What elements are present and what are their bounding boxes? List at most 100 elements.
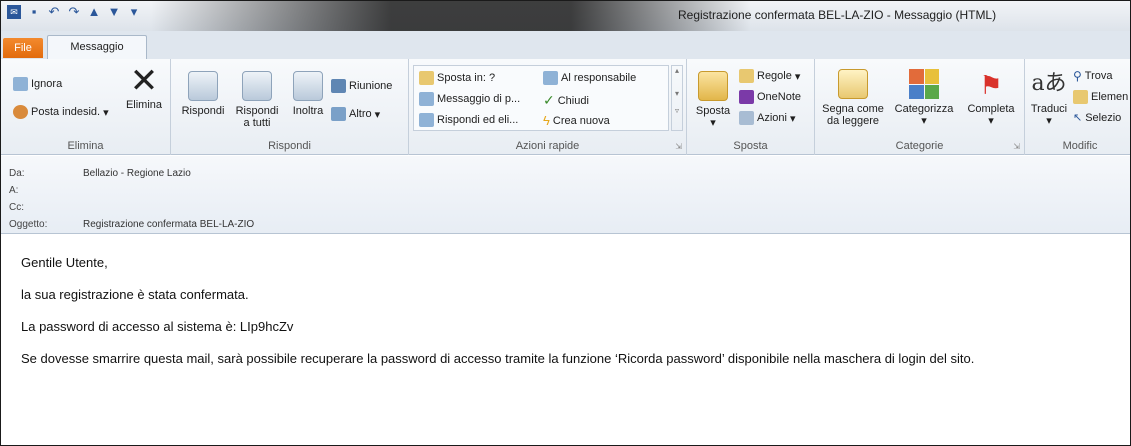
reply-all-icon [242,71,272,101]
cc-label: Cc: [9,202,24,213]
elimina-button[interactable]: ✕ Elimina [121,62,167,111]
riunione-button[interactable]: Riunione [331,79,392,93]
elementi-correlati-button[interactable]: Elemen [1073,90,1128,104]
folder-icon [419,71,434,85]
message-icon [419,92,434,106]
save-icon[interactable]: ▪ [27,5,41,19]
dropdown-arrow-icon: ▾ [710,117,716,129]
window-title: Registrazione confermata BEL-LA-ZIO - Me… [678,8,997,22]
rispondi-button[interactable]: Rispondi [177,71,229,117]
manager-icon [543,71,558,85]
group-label-modifica: Modific [1062,140,1098,152]
customize-icon[interactable]: ▾ [127,5,141,19]
onenote-icon [739,90,754,104]
dropdown-arrow-icon: ▾ [789,112,796,125]
tab-messaggio[interactable]: Messaggio [47,35,147,60]
completa-button[interactable]: ⚑ Completa ▾ [963,69,1019,127]
subject-label: Oggetto: [9,219,48,230]
forward-icon [293,71,323,101]
scroll-down-icon[interactable]: ▾ [672,89,682,98]
sposta-button[interactable]: Sposta ▾ [693,71,733,129]
group-categorie: Segna come da leggere Categorizza ▾ ⚑ Comp… [815,59,1025,155]
email-window: ✉ ▪ ↶ ↷ ▲ ▼ ▾ Registrazione confermata B… [0,0,1131,446]
up-arrow-icon[interactable]: ▲ [87,5,101,19]
dropdown-arrow-icon: ▾ [921,115,927,127]
ribbon: Ignora Posta indesid. ▾ ✕ Elimina Elimina… [1,59,1130,155]
move-folder-icon [698,71,728,101]
crea-nuova-step[interactable]: ϟ Crea nuova [543,113,610,128]
outlook-icon[interactable]: ✉ [7,5,21,19]
group-label-rispondi: Rispondi [268,140,311,152]
regole-button[interactable]: Regole ▾ [739,69,800,83]
segna-come-da-leggere-button[interactable]: Segna come da leggere [821,69,885,127]
scroll-up-icon[interactable]: ▴ [672,66,682,75]
related-icon [1073,90,1088,104]
quick-access-toolbar: ✉ ▪ ↶ ↷ ▲ ▼ ▾ [7,5,141,19]
rispondi-a-tutti-button[interactable]: Rispondi a tutti [229,71,285,129]
checkmark-icon: ✓ [543,92,555,108]
undo-icon[interactable]: ↶ [47,5,61,19]
junk-icon [13,105,28,119]
group-label-azioni-rapide: Azioni rapide [515,140,580,152]
mark-unread-icon [838,69,868,99]
from-label: Da: [9,168,25,179]
delete-x-icon: ✕ [129,62,159,100]
group-label-elimina: Elimina [67,140,104,152]
ribbon-tabs: File Messaggio [1,31,1130,60]
trova-button[interactable]: ⚲ Trova [1073,69,1113,83]
dialog-launcher-icon[interactable]: ⇲ [675,142,682,151]
cursor-icon: ↖ [1073,112,1083,124]
calendar-icon [331,79,346,93]
dropdown-arrow-icon: ▾ [988,115,994,127]
dialog-launcher-icon[interactable]: ⇲ [1013,142,1020,151]
body-line-confirmation: la sua registrazione è stata confermata. [21,287,249,302]
onenote-button[interactable]: OneNote [739,90,801,104]
body-line-password: La password di accesso al sistema è: LIp… [21,319,294,334]
lightning-icon: ϟ [543,113,550,128]
message-header: Da: Bellazio - Regione Lazio A: Cc: Ogge… [1,156,1130,234]
flag-icon: ⚑ [979,70,1003,100]
group-elimina: Ignora Posta indesid. ▾ ✕ Elimina Elimina [1,59,171,155]
seleziona-button[interactable]: ↖ Selezio [1073,111,1121,125]
dropdown-arrow-icon: ▾ [794,70,801,83]
rispondi-ed-elimina-step[interactable]: Rispondi ed eli... [419,113,518,127]
dropdown-arrow-icon: ▾ [103,106,109,119]
down-arrow-icon[interactable]: ▼ [107,5,121,19]
group-label-sposta: Sposta [733,140,768,152]
ignora-button[interactable]: Ignora [13,77,62,91]
categorizza-button[interactable]: Categorizza ▾ [889,69,959,127]
dropdown-arrow-icon: ▾ [1046,115,1052,127]
chiudi-step[interactable]: ✓ Chiudi [543,92,589,109]
traduci-button[interactable]: aあ Traduci ▾ [1029,69,1069,127]
body-line-instructions: Se dovesse smarrire questa mail, sarà po… [21,351,975,366]
body-greeting: Gentile Utente, [21,255,108,270]
dropdown-arrow-icon: ▾ [374,108,381,121]
binoculars-icon: ⚲ [1073,69,1082,83]
redo-icon[interactable]: ↷ [67,5,81,19]
from-value[interactable]: Bellazio - Regione Lazio [83,168,191,179]
group-label-categorie: Categorie [895,140,944,152]
messaggio-di-step[interactable]: Messaggio di p... [419,92,520,106]
group-rispondi: Rispondi Rispondi a tutti Inoltra Riunio… [171,59,409,155]
group-modifica: aあ Traduci ▾ ⚲ Trova Elemen ↖ Selezio Modif… [1025,59,1130,155]
categorize-icon [909,69,939,99]
title-glow [151,1,751,31]
posta-indesiderata-button[interactable]: Posta indesid. ▾ [13,105,109,119]
al-responsabile-step[interactable]: Al responsabile [543,71,636,85]
altro-button[interactable]: Altro ▾ [331,107,380,121]
azioni-button[interactable]: Azioni ▾ [739,111,796,125]
rules-icon [739,69,754,83]
inoltra-button[interactable]: Inoltra [285,71,331,117]
expand-gallery-icon[interactable]: ▿ [672,106,682,115]
tab-file[interactable]: File [3,38,43,58]
actions-icon [739,111,754,125]
sposta-in-step[interactable]: Sposta in: ? [419,71,495,85]
gallery-scroll[interactable]: ▴ ▾ ▿ [671,65,683,131]
ignore-icon [13,77,28,91]
reply-icon [188,71,218,101]
reply-delete-icon [419,113,434,127]
translate-icon: aあ [1031,71,1067,96]
to-label: A: [9,185,19,196]
group-azioni-rapide: Sposta in: ? Messaggio di p... Rispondi … [409,59,687,155]
more-icon [331,107,346,121]
